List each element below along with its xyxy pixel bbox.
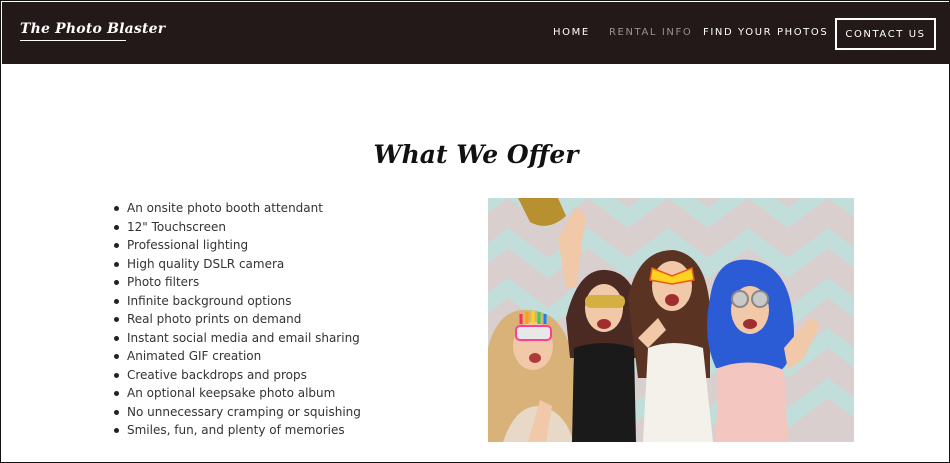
contact-us-button[interactable]: CONTACT US	[835, 18, 936, 50]
list-item: No unnecessary cramping or squishing	[112, 403, 361, 422]
bullet-icon	[114, 243, 119, 248]
bullet-icon	[114, 409, 119, 415]
list-item-text: No unnecessary cramping or squishing	[127, 404, 361, 419]
nav-item-rental-info[interactable]: RENTAL INFO	[609, 27, 692, 38]
photo-booth-illustration	[488, 198, 854, 442]
bullet-icon	[114, 354, 119, 359]
bullet-icon	[114, 428, 119, 433]
bullet-icon	[114, 206, 119, 211]
list-item-text: Smiles, fun, and plenty of memories	[127, 423, 345, 437]
list-item: Infinite background options	[112, 292, 361, 311]
site-logo[interactable]: The Photo Blaster	[20, 21, 165, 37]
list-item-text: Infinite background options	[127, 293, 292, 308]
bullet-icon	[114, 298, 119, 304]
list-item-text: An onsite photo booth attendant	[127, 201, 323, 215]
list-item: Animated GIF creation	[112, 347, 361, 366]
list-item-text: Instant social media and email sharing	[127, 330, 360, 345]
list-item: An onsite photo booth attendant	[112, 199, 361, 218]
feature-list: An onsite photo booth attendant 12" Touc…	[112, 199, 361, 440]
list-item-text: Professional lighting	[127, 238, 249, 252]
list-item: High quality DSLR camera	[112, 255, 361, 274]
site-header: The Photo Blaster HOME RENTAL INFO FIND …	[2, 2, 950, 64]
list-item: 12" Touchscreen	[112, 218, 361, 237]
list-item: Creative backdrops and props	[112, 366, 361, 385]
bullet-icon	[114, 261, 119, 267]
list-item: Real photo prints on demand	[112, 310, 361, 329]
list-item-text: Creative backdrops and props	[127, 367, 307, 382]
list-item: Smiles, fun, and plenty of memories	[112, 421, 361, 440]
list-item: An optional keepsake photo album	[112, 384, 361, 403]
list-item-text: Photo filters	[127, 275, 200, 289]
list-item-text: Real photo prints on demand	[127, 312, 302, 326]
nav-item-home[interactable]: HOME	[553, 27, 590, 38]
list-item: Instant social media and email sharing	[112, 329, 361, 348]
photo-booth-image	[488, 198, 854, 442]
bullet-icon	[114, 372, 119, 378]
page-frame: The Photo Blaster HOME RENTAL INFO FIND …	[0, 0, 950, 463]
page-title: What We Offer	[373, 140, 579, 169]
bullet-icon	[114, 335, 119, 341]
bullet-icon	[114, 224, 119, 230]
bullet-icon	[114, 317, 119, 322]
list-item: Professional lighting	[112, 236, 361, 255]
list-item-text: 12" Touchscreen	[127, 219, 226, 234]
nav-item-find-your-photos[interactable]: FIND YOUR PHOTOS	[703, 27, 828, 38]
list-item-text: An optional keepsake photo album	[127, 386, 336, 400]
bullet-icon	[114, 280, 119, 285]
list-item-text: High quality DSLR camera	[127, 256, 285, 271]
bullet-icon	[114, 391, 119, 396]
list-item-text: Animated GIF creation	[127, 349, 262, 363]
list-item: Photo filters	[112, 273, 361, 292]
logo-underline	[20, 40, 126, 41]
